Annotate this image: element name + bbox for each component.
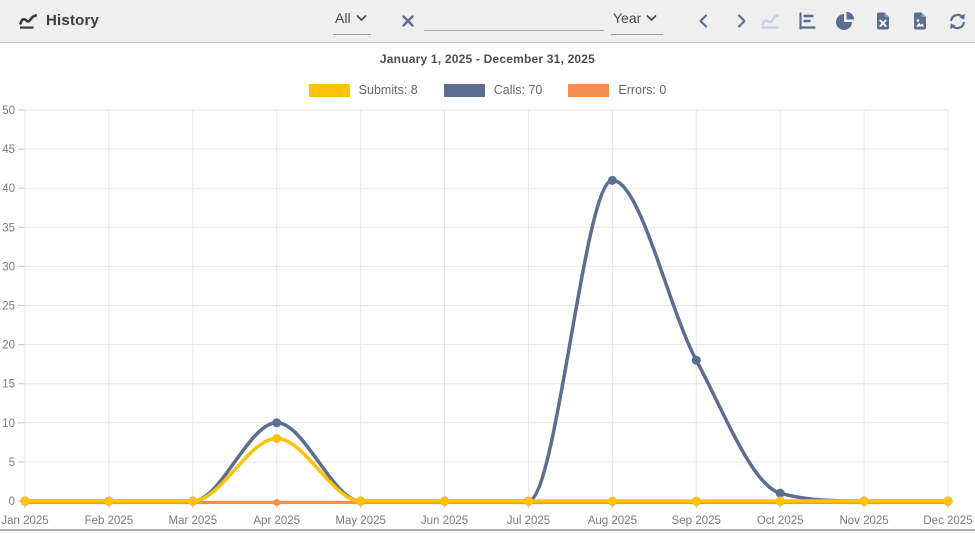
svg-text:0: 0	[9, 496, 15, 508]
svg-text:Mar 2025: Mar 2025	[169, 515, 218, 527]
chevron-down-icon	[356, 11, 367, 29]
bottom-divider	[0, 529, 975, 531]
clear-x-icon	[402, 15, 414, 27]
legend-swatch-calls	[443, 83, 485, 97]
legend-item-submits[interactable]: Submits: 8	[308, 83, 418, 97]
svg-text:Apr 2025: Apr 2025	[253, 515, 300, 527]
export-excel-button[interactable]	[872, 10, 894, 32]
legend-label-errors: Errors: 0	[618, 83, 667, 97]
line-chart-button[interactable]	[759, 10, 781, 32]
legend-item-calls[interactable]: Calls: 70	[443, 83, 543, 97]
image-file-icon	[914, 12, 926, 30]
excel-file-icon	[877, 12, 889, 30]
svg-text:Jan 2025: Jan 2025	[1, 515, 48, 527]
range-select-value: Year	[613, 10, 642, 26]
line-chart[interactable]: 0 5 10 15 20 25 30 35 40 45 50 Jan 2025 Feb 2025 Mar …	[0, 104, 975, 534]
export-image-button[interactable]	[909, 10, 931, 32]
prev-button[interactable]	[693, 10, 715, 32]
legend-swatch-errors	[568, 83, 610, 97]
refresh-icon	[949, 13, 965, 29]
svg-text:40: 40	[2, 183, 15, 195]
bar-chart-button[interactable]	[796, 10, 818, 32]
page-title: History	[46, 12, 100, 29]
svg-text:15: 15	[2, 379, 15, 391]
chart-title: January 1, 2025 - December 31, 2025	[379, 52, 596, 66]
svg-text:Jul 2025: Jul 2025	[507, 515, 550, 527]
svg-text:50: 50	[2, 105, 15, 117]
svg-text:35: 35	[2, 222, 15, 234]
filter-select-value: All	[335, 10, 351, 26]
chevron-right-icon	[737, 14, 746, 28]
svg-text:10: 10	[2, 418, 15, 430]
svg-text:Aug 2025: Aug 2025	[588, 515, 637, 527]
range-select[interactable]: Year	[611, 11, 663, 35]
next-button[interactable]	[730, 10, 752, 32]
svg-text:Jun 2025: Jun 2025	[421, 515, 468, 527]
clear-search-button[interactable]	[397, 10, 419, 32]
pie-chart-icon	[836, 11, 855, 30]
chevron-down-icon	[646, 11, 657, 29]
legend-label-calls: Calls: 70	[493, 83, 543, 97]
svg-text:5: 5	[9, 457, 15, 469]
refresh-button[interactable]	[946, 10, 968, 32]
pie-chart-button[interactable]	[834, 10, 856, 32]
svg-text:45: 45	[2, 144, 15, 156]
bar-chart-icon	[799, 12, 816, 30]
svg-text:20: 20	[2, 340, 15, 352]
history-chart-icon	[18, 11, 38, 36]
search-input[interactable]	[424, 12, 604, 31]
line-chart-icon	[761, 14, 779, 29]
filter-select[interactable]: All	[333, 11, 371, 35]
svg-text:Oct 2025: Oct 2025	[757, 515, 804, 527]
legend-item-errors[interactable]: Errors: 0	[568, 83, 666, 97]
legend: Submits: 8 Calls: 70 Errors: 0	[0, 83, 975, 97]
svg-text:Nov 2025: Nov 2025	[839, 515, 888, 527]
chevron-left-icon	[699, 14, 708, 28]
legend-label-submits: Submits: 8	[358, 83, 418, 97]
toolbar: History All Year	[0, 0, 975, 43]
svg-text:30: 30	[2, 261, 15, 273]
svg-text:Feb 2025: Feb 2025	[85, 515, 134, 527]
legend-swatch-submits	[308, 83, 350, 97]
svg-text:Sep 2025: Sep 2025	[672, 515, 721, 527]
svg-text:Dec 2025: Dec 2025	[923, 515, 972, 527]
svg-text:25: 25	[2, 301, 15, 313]
history-panel: History All Year January 1, 2025 - Decem…	[0, 0, 975, 534]
svg-text:May 2025: May 2025	[335, 515, 386, 527]
